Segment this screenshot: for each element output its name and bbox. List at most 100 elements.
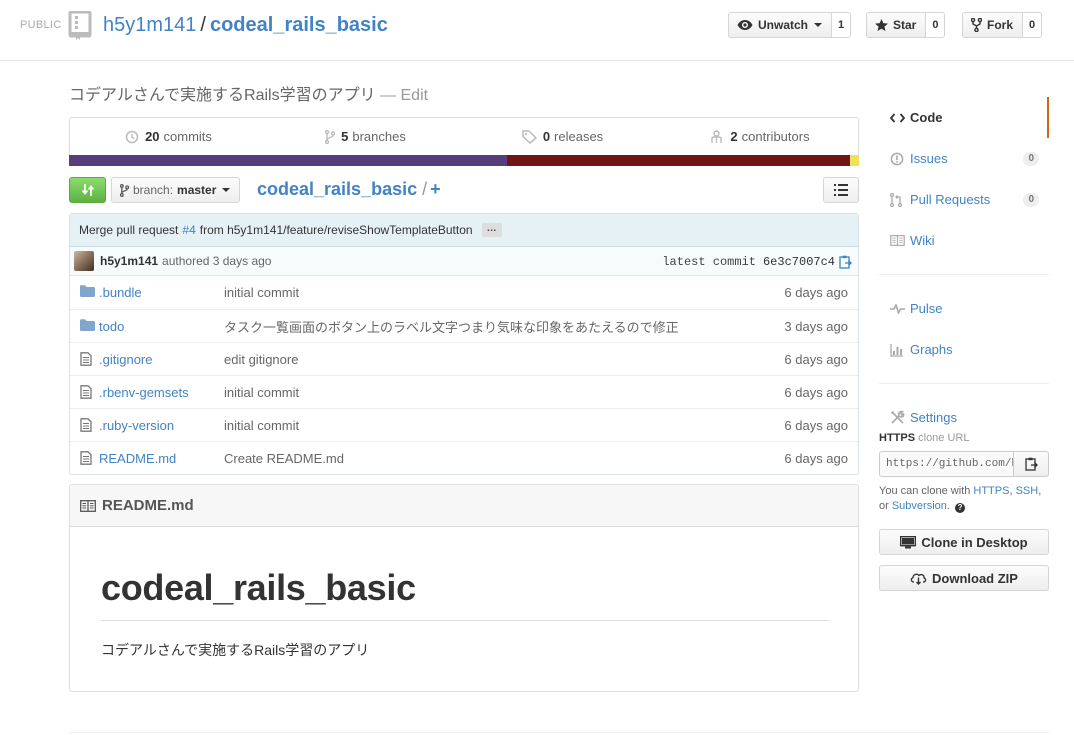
breadcrumb-root-link[interactable]: codeal_rails_basic xyxy=(257,179,417,199)
pull-request-icon xyxy=(890,192,902,207)
download-zip-button[interactable]: Download ZIP xyxy=(879,565,1049,591)
file-list: .bundle initial commit 6 days ago todo タスク一覧… xyxy=(70,276,858,474)
releases-label: releases xyxy=(554,129,604,144)
releases-count: 0 xyxy=(542,129,551,144)
file-name-link[interactable]: .rbenv-gemsets xyxy=(99,385,189,400)
fork-button[interactable]: Fork xyxy=(962,12,1024,38)
repo-name-link[interactable]: codeal_rails_basic xyxy=(210,14,388,36)
sidebar-item-pulse[interactable]: Pulse xyxy=(879,288,1049,329)
branches-count: 5 xyxy=(341,129,349,144)
sidebar-divider xyxy=(879,370,1049,384)
sidebar-item-label: Issues xyxy=(910,151,948,166)
commit-sha-link[interactable]: 6e3c7007c4 xyxy=(763,255,835,269)
readme-filename: README.md xyxy=(102,497,194,514)
file-name-link[interactable]: README.md xyxy=(99,451,176,466)
clone-protocol[interactable]: HTTPS xyxy=(879,432,915,444)
file-commit-message[interactable]: edit gitignore xyxy=(224,352,298,367)
branch-icon xyxy=(120,183,129,197)
clone-help-period: . xyxy=(946,500,950,512)
file-text-icon xyxy=(80,451,92,465)
clone-in-desktop-label: Clone in Desktop xyxy=(921,534,1028,550)
clone-help-comma: , xyxy=(1009,485,1013,497)
sidebar-item-label: Settings xyxy=(910,410,957,425)
file-age: 6 days ago xyxy=(784,351,848,367)
readme-heading: codeal_rails_basic xyxy=(101,567,416,608)
readme-body: コデアルさんで実施するRails学習のアプリ xyxy=(101,642,370,658)
graph-icon xyxy=(890,343,903,357)
file-commit-message[interactable]: タスク一覧画面のボタン上のラベル文字つまり気味な印象をあたえるので修正 xyxy=(224,317,679,336)
file-name-link[interactable]: todo xyxy=(99,319,124,334)
file-age: 6 days ago xyxy=(784,450,848,466)
star-count[interactable]: 0 xyxy=(926,12,946,38)
language-segment[interactable] xyxy=(849,155,859,166)
sidebar-item-label: Code xyxy=(910,110,943,125)
copy-clone-url-button[interactable] xyxy=(1014,451,1049,477)
language-segment[interactable] xyxy=(69,155,507,166)
edit-description-link[interactable]: — Edit xyxy=(380,87,428,104)
watch-count[interactable]: 1 xyxy=(832,12,852,38)
watch-group: Unwatch 1 xyxy=(728,12,852,38)
summary-branches[interactable]: 5 branches xyxy=(267,118,464,155)
summary-contributors[interactable]: 2 contributors xyxy=(661,118,858,155)
clone-url-label: HTTPS clone URL xyxy=(879,432,1049,444)
footer-divider xyxy=(69,732,1049,733)
file-age: 3 days ago xyxy=(784,318,848,334)
repo-owner-link[interactable]: h5y1m141 xyxy=(103,14,196,36)
sidebar-item-graphs[interactable]: Graphs xyxy=(879,329,1049,370)
organization-icon xyxy=(711,129,723,143)
sidebar-divider xyxy=(879,261,1049,275)
sidebar-item-code[interactable]: Code xyxy=(879,97,1049,138)
clipboard-icon[interactable] xyxy=(839,255,852,269)
commit-author-link[interactable]: h5y1m141 xyxy=(100,254,158,268)
folder-icon xyxy=(80,285,95,297)
file-row: .ruby-version initial commit 6 days ago xyxy=(70,408,858,441)
branch-select[interactable]: branch: master xyxy=(111,177,241,203)
file-row: todo タスク一覧画面のボタン上のラベル文字つまり気味な印象をあたえるので修正 3… xyxy=(70,309,858,342)
sidebar-item-label: Wiki xyxy=(910,233,935,248)
file-name-link[interactable]: .ruby-version xyxy=(99,418,174,433)
toggle-list-button[interactable] xyxy=(823,177,859,203)
sidebar-item-wiki[interactable]: Wiki xyxy=(879,220,1049,261)
readme-header: README.md xyxy=(70,485,858,527)
star-button[interactable]: Star xyxy=(866,12,927,38)
tag-icon xyxy=(522,129,537,144)
sidebar-item-issues[interactable]: Issues 0 xyxy=(879,138,1049,179)
language-bar[interactable] xyxy=(69,155,859,166)
commits-count: 20 xyxy=(145,129,160,144)
sidebar-item-pull-requests[interactable]: Pull Requests 0 xyxy=(879,179,1049,220)
question-icon[interactable]: ? xyxy=(955,503,966,513)
file-commit-message[interactable]: initial commit xyxy=(224,285,299,300)
file-name-link[interactable]: .gitignore xyxy=(99,352,152,367)
file-row: .gitignore edit gitignore 6 days ago xyxy=(70,342,858,375)
clone-https-link[interactable]: HTTPS xyxy=(973,485,1009,497)
pull-request-link[interactable]: #4 xyxy=(182,223,195,237)
clone-in-desktop-button[interactable]: Clone in Desktop xyxy=(879,529,1049,555)
clone-ssh-link[interactable]: SSH xyxy=(1016,485,1039,497)
file-text-icon xyxy=(80,352,92,366)
unwatch-button[interactable]: Unwatch xyxy=(728,12,833,38)
commit-title-suffix: from h5y1m141/feature/reviseShowTemplate… xyxy=(199,223,473,237)
clone-url-input[interactable]: https://github.com/h5y1m141/codeal_rails… xyxy=(879,451,1014,477)
compare-button[interactable] xyxy=(69,177,106,203)
clone-subversion-link[interactable]: Subversion xyxy=(892,500,947,512)
wiki-icon xyxy=(890,235,905,246)
file-name-link[interactable]: .bundle xyxy=(99,285,142,300)
file-commit-message[interactable]: initial commit xyxy=(224,385,299,400)
language-segment[interactable] xyxy=(506,155,850,166)
new-file-link[interactable]: + xyxy=(430,179,441,199)
summary-commits[interactable]: 20 commits xyxy=(70,118,267,155)
avatar[interactable] xyxy=(74,251,94,271)
file-commit-message[interactable]: Create README.md xyxy=(224,451,344,466)
contributors-count: 2 xyxy=(730,129,738,144)
clone-help-text: You can clone with HTTPS, SSH, or Subver… xyxy=(879,484,1054,514)
star-group: Star 0 xyxy=(866,12,946,38)
file-text-icon xyxy=(80,385,92,399)
file-commit-message[interactable]: initial commit xyxy=(224,418,299,433)
eye-icon xyxy=(737,20,753,30)
title-separator: / xyxy=(200,14,206,36)
expand-commit-button[interactable]: … xyxy=(481,223,502,237)
issues-count: 0 xyxy=(1023,151,1039,166)
summary-releases[interactable]: 0 releases xyxy=(464,118,661,155)
fork-count[interactable]: 0 xyxy=(1023,12,1043,38)
code-icon xyxy=(890,112,905,123)
